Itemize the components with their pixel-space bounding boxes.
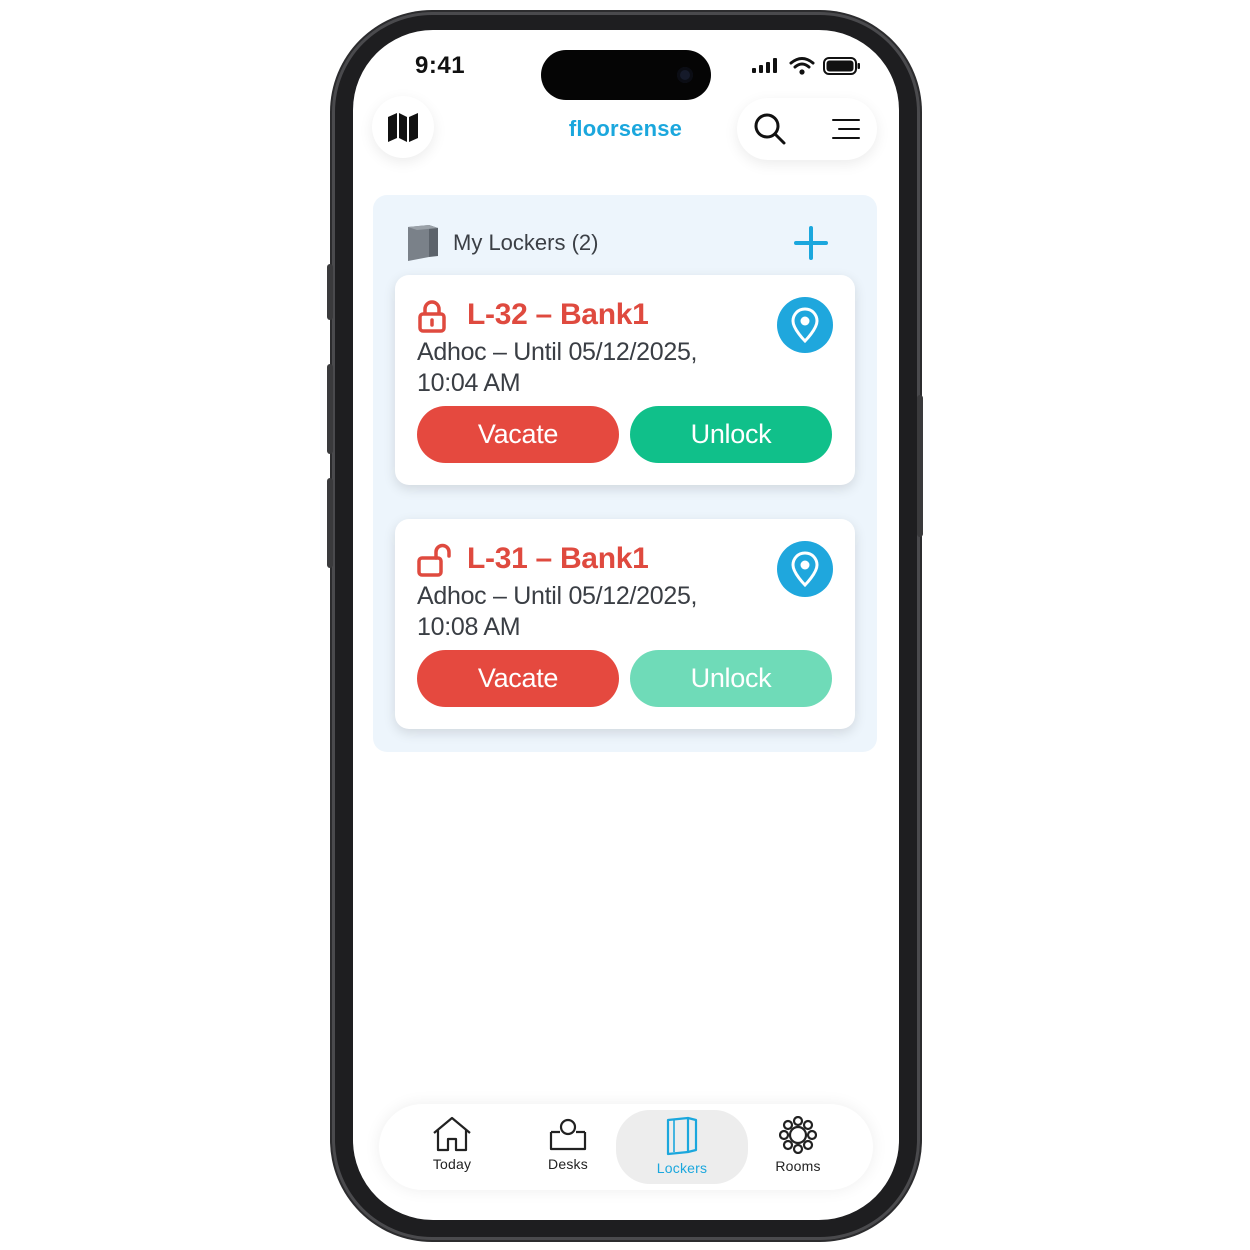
locker-stack-icon: [408, 225, 438, 261]
locate-locker-button[interactable]: [777, 297, 833, 353]
app-brand: floorsense: [568, 116, 683, 141]
vacate-button[interactable]: Vacate: [417, 406, 619, 463]
signal-icon: [752, 58, 777, 73]
bottom-nav: Today Desks Lockers Rooms: [379, 1104, 873, 1190]
nav-label: Lockers: [656, 1160, 708, 1176]
screen: 9:41 floorsense My Lockers (2) L-32 – Ba…: [353, 30, 899, 1220]
side-button-volume-down: [327, 478, 333, 568]
nav-label: Desks: [548, 1156, 588, 1172]
locker-card[interactable]: L-31 – Bank1 Adhoc – Until 05/12/2025, 1…: [395, 519, 855, 729]
search-icon[interactable]: [753, 112, 787, 146]
nav-item-rooms[interactable]: Rooms: [743, 1104, 853, 1190]
side-button-mute: [327, 264, 333, 320]
status-time: 9:41: [415, 52, 466, 79]
side-button-volume-up: [327, 364, 333, 454]
side-button-power: [917, 395, 923, 537]
locker-detail: Adhoc – Until 05/12/2025, 10:08 AM: [417, 582, 698, 641]
nav-item-desks[interactable]: Desks: [513, 1104, 623, 1190]
location-pin-icon: [791, 551, 819, 587]
wifi-icon: [789, 57, 815, 75]
nav-label: Today: [432, 1156, 472, 1172]
nav-item-lockers[interactable]: Lockers: [616, 1110, 748, 1184]
nav-label: Rooms: [775, 1158, 821, 1174]
rooms-icon: [779, 1116, 817, 1154]
unlock-button-disabled: Unlock: [630, 650, 832, 707]
locker-title: L-31 – Bank1: [467, 542, 649, 575]
panel-header: My Lockers (2): [405, 223, 598, 263]
dynamic-island: [541, 50, 711, 100]
header-actions: [737, 98, 877, 160]
locker-card[interactable]: L-32 – Bank1 Adhoc – Until 05/12/2025, 1…: [395, 275, 855, 485]
lock-open-icon: [417, 543, 451, 577]
locker-detail: Adhoc – Until 05/12/2025, 10:04 AM: [417, 338, 698, 397]
nav-item-today[interactable]: Today: [397, 1104, 507, 1190]
camera-icon: [677, 67, 693, 83]
map-button[interactable]: [372, 96, 434, 158]
battery-icon: [823, 57, 860, 75]
location-pin-icon: [791, 307, 819, 343]
my-lockers-panel: My Lockers (2) L-32 – Bank1 Adhoc – Unti…: [373, 195, 877, 752]
map-icon: [388, 113, 418, 142]
locker-icon: [666, 1116, 698, 1156]
locker-title: L-32 – Bank1: [467, 298, 649, 331]
desk-icon: [549, 1118, 587, 1151]
add-locker-button[interactable]: [793, 225, 829, 261]
vacate-button[interactable]: Vacate: [417, 650, 619, 707]
panel-title: My Lockers (2): [453, 230, 599, 255]
status-icons: [751, 56, 861, 76]
lock-closed-icon: [418, 300, 446, 333]
locate-locker-button[interactable]: [777, 541, 833, 597]
menu-icon[interactable]: [831, 118, 861, 140]
unlock-button[interactable]: Unlock: [630, 406, 832, 463]
home-icon: [433, 1116, 471, 1152]
